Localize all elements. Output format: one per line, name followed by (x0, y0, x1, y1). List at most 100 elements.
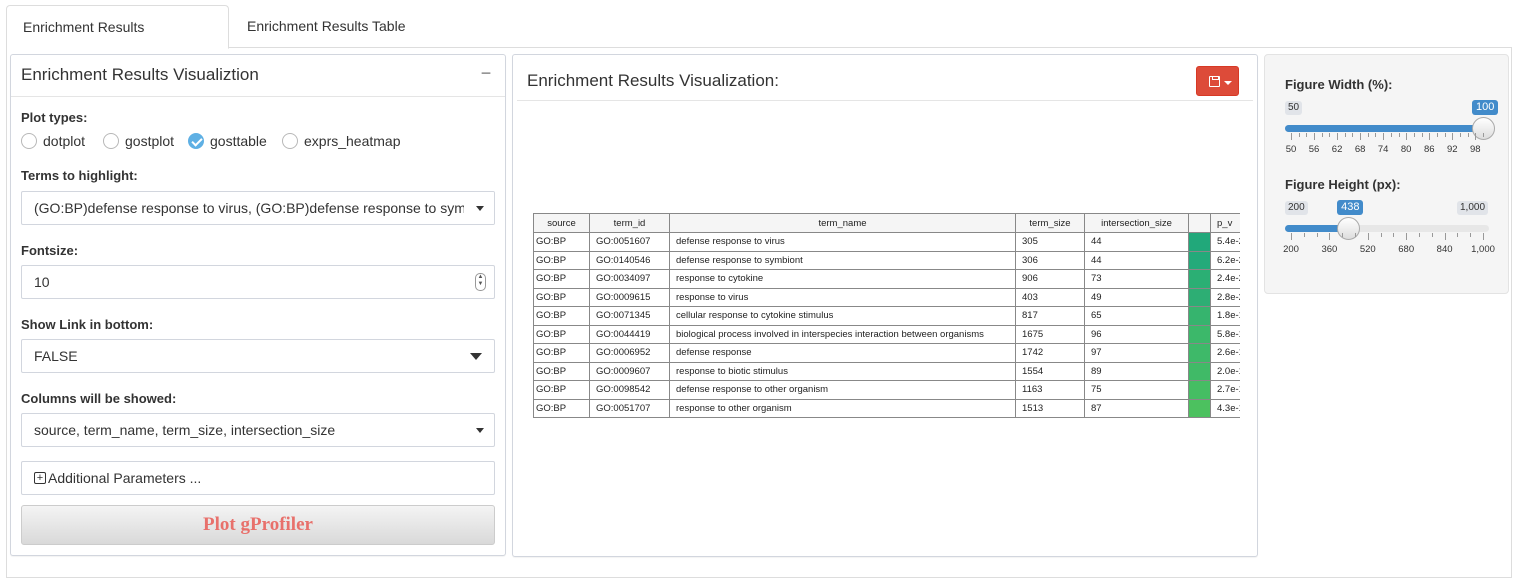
radio-label: exprs_heatmap (304, 133, 401, 149)
radio-circle (21, 133, 37, 149)
table-cell: GO:BP (533, 398, 590, 418)
gost-table: source term_id term_name term_size intersect… (533, 213, 1240, 418)
visualization-panel: Enrichment Results Visualization: source… (512, 54, 1258, 557)
stepper-icon[interactable]: ▲ ▼ (475, 273, 486, 291)
slider-tick-label: 200 (1283, 244, 1299, 255)
columns-select[interactable]: source, term_name, term_size, intersecti… (21, 413, 495, 447)
slider-tick-label: 74 (1377, 144, 1389, 155)
table-cell: GO:0006952 (589, 343, 670, 363)
table-cell: cellular response to cytokine stimulus (669, 306, 1016, 326)
slider-tick-label: 1,000 (1471, 244, 1495, 255)
table-cell: 306 (1015, 250, 1085, 270)
columns-label: Columns will be showed: (21, 391, 177, 406)
radio-gostplot[interactable]: gostplot (103, 131, 174, 151)
visualization-title: Enrichment Results Visualization: (527, 71, 779, 90)
floppy-disk-icon (1209, 76, 1220, 87)
slider-tick (1367, 233, 1369, 240)
table-row: GO:BP GO:0009615 response to virus 403 49 2.8… (533, 287, 1240, 307)
table-body: GO:BP GO:0051607 defense response to virus… (533, 232, 1240, 418)
plus-square-icon: + (34, 471, 46, 484)
slider-tick (1383, 133, 1385, 140)
table-cell: GO:0034097 (589, 269, 670, 289)
table-cell: 1554 (1015, 361, 1085, 381)
radio-dotplot[interactable]: dotplot (21, 131, 85, 151)
slider-tick (1291, 233, 1292, 240)
table-cell: response to cytokine (669, 269, 1016, 289)
slider-tick (1314, 133, 1316, 140)
table-cell: biological process involved in interspec… (669, 324, 1016, 344)
columns-value: source, term_name, term_size, intersecti… (34, 422, 336, 438)
figure-height-slider[interactable] (1285, 217, 1489, 240)
table-cell: defense response (669, 343, 1016, 363)
slider-tick (1298, 133, 1300, 137)
figure-width-label: Figure Width (%): (1285, 77, 1393, 92)
height-ticks: 200 360 520 680 840 1,000 (1283, 233, 1495, 255)
slider-tick (1337, 133, 1339, 140)
fontsize-label: Fontsize: (21, 243, 79, 258)
pvalue-color-cell (1188, 269, 1211, 289)
terms-highlight-select[interactable]: (GO:BP)defense response to virus, (GO:BP… (21, 191, 495, 225)
plot-gprofiler-button[interactable]: Plot gProfiler (21, 505, 495, 545)
table-cell: response to virus (669, 287, 1016, 307)
slider-tick (1457, 233, 1459, 237)
slider-tick (1467, 133, 1469, 137)
radio-circle (282, 133, 298, 149)
slider-tick (1406, 233, 1408, 240)
table-cell: 1675 (1015, 324, 1085, 344)
tab-enrichment-visualization[interactable]: Enrichment Results Visualization (6, 5, 229, 77)
slider-tick (1344, 133, 1346, 137)
terms-highlight-value: (GO:BP)defense response to virus, (GO:BP… (34, 200, 495, 216)
slider-tick (1459, 133, 1461, 137)
table-cell: GO:0071345 (589, 306, 670, 326)
slider-tick (1291, 133, 1292, 140)
radio-gosttable[interactable]: gosttable (188, 131, 267, 151)
slider-tick (1375, 133, 1377, 137)
slider-tick (1342, 233, 1344, 237)
show-link-select[interactable]: FALSE (21, 339, 495, 373)
fontsize-input[interactable]: 10 ▲ ▼ (21, 265, 495, 299)
slider-tick (1316, 233, 1318, 237)
show-link-label: Show Link in bottom: (21, 317, 154, 332)
table-header-cell (1188, 213, 1211, 233)
width-value-badge: 100 (1472, 100, 1499, 115)
table-cell: 44 (1084, 232, 1189, 252)
slider-tick (1421, 133, 1423, 137)
table-cell: 1.8e-1 (1210, 306, 1240, 326)
slider-tick (1483, 233, 1484, 240)
table-cell: defense response to virus (669, 232, 1016, 252)
slider-tick (1355, 233, 1356, 237)
slider-tick (1431, 233, 1433, 237)
table-cell: 65 (1084, 306, 1189, 326)
slider-tick (1452, 133, 1454, 140)
width-ticks: 50 56 62 68 74 80 86 92 98 (1285, 133, 1489, 155)
pvalue-color-cell (1188, 380, 1211, 400)
figure-width-slider[interactable] (1285, 117, 1495, 140)
terms-highlight-label: Terms to highlight: (21, 168, 138, 183)
radio-label: dotplot (43, 133, 86, 149)
height-value-badge: 438 (1337, 200, 1364, 215)
slider-fill (1285, 125, 1483, 132)
table-row: GO:BP GO:0051707 response to other organis… (533, 398, 1240, 418)
height-max-badge: 1,000 (1457, 201, 1489, 215)
collapse-button[interactable]: − (475, 63, 497, 85)
additional-parameters-toggle[interactable]: + Additional Parameters ... (21, 461, 495, 495)
table-row: GO:BP GO:0098542 defense response to other… (533, 380, 1240, 400)
table-row: GO:BP GO:0140546 defense response to symbi… (533, 250, 1240, 270)
pvalue-color-cell (1188, 361, 1211, 381)
table-header-cell: intersection_size (1084, 213, 1189, 233)
table-cell: GO:BP (533, 287, 590, 307)
save-dropdown-button[interactable] (1196, 66, 1239, 96)
tab-enrichment-table[interactable]: Enrichment Results Table (231, 5, 421, 48)
table-cell: GO:BP (533, 232, 590, 252)
radio-exprs-heatmap[interactable]: exprs_heatmap (282, 131, 401, 151)
slider-tick-label: 360 (1321, 244, 1338, 255)
slider-tick (1352, 133, 1354, 137)
table-header-row: source term_id term_name term_size intersect… (533, 213, 1240, 233)
slider-tick (1360, 133, 1362, 140)
table-cell: 75 (1084, 380, 1189, 400)
radio-label: gostplot (125, 133, 175, 149)
table-header-cell: term_id (589, 213, 670, 233)
slider-tick (1390, 133, 1392, 137)
pvalue-color-cell (1188, 324, 1211, 344)
slider-tick (1470, 233, 1472, 237)
